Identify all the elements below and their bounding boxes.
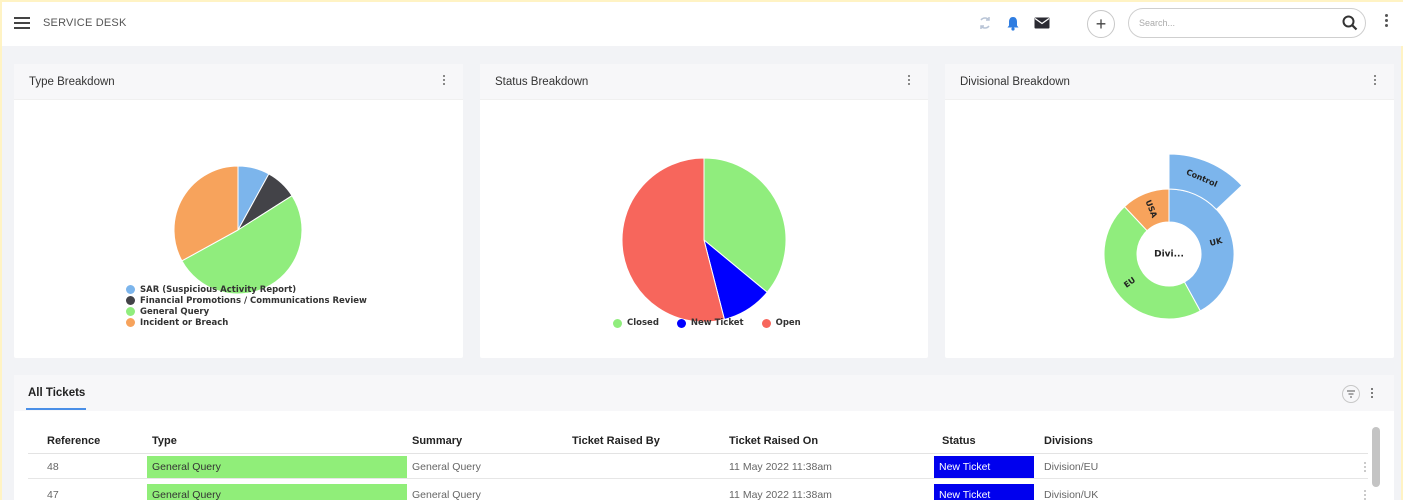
app-title: SERVICE DESK <box>43 17 127 29</box>
tickets-panel: All Tickets Reference Type Summary Ticke… <box>14 375 1394 500</box>
sunburst-center-label: Divi... <box>1154 250 1184 260</box>
cell-reference: 47 <box>47 489 59 500</box>
divisional-sunburst-chart: UKEUUSAControlDivi... <box>1103 153 1243 320</box>
more-vertical-icon[interactable] <box>443 75 445 85</box>
tab-underline <box>26 408 86 410</box>
legend-marker <box>126 318 135 327</box>
search-icon[interactable] <box>1341 14 1359 32</box>
legend-label: Financial Promotions / Communications Re… <box>140 295 367 306</box>
col-type[interactable]: Type <box>152 435 177 447</box>
search-input[interactable] <box>1139 15 1329 31</box>
mail-icon[interactable] <box>1031 12 1053 34</box>
col-ticket-raised-on[interactable]: Ticket Raised On <box>729 435 818 447</box>
legend-marker <box>613 318 622 328</box>
cell-type: General Query <box>147 484 407 500</box>
col-summary[interactable]: Summary <box>412 435 462 447</box>
cell-type: General Query <box>147 456 407 478</box>
status-breakdown-card: Status Breakdown Closed New Ticket Open <box>480 64 928 358</box>
legend-label: Closed <box>627 318 659 328</box>
cell-divisions: Division/UK <box>1044 489 1099 500</box>
cell-reference: 48 <box>47 461 59 473</box>
legend-item-closed[interactable]: Closed <box>613 318 659 328</box>
menu-icon[interactable] <box>14 17 30 29</box>
legend-marker <box>761 318 771 328</box>
type-breakdown-card: Type Breakdown SAR (Suspicious Activity … <box>14 64 463 358</box>
card-header: Divisional Breakdown <box>945 64 1394 100</box>
table-scrollbar[interactable] <box>1372 427 1380 487</box>
header-divider <box>28 453 1368 454</box>
cell-raised-on: 11 May 2022 11:38am <box>729 461 832 473</box>
legend-label: Incident or Breach <box>140 317 229 328</box>
col-reference[interactable]: Reference <box>47 435 100 447</box>
col-ticket-raised-by[interactable]: Ticket Raised By <box>572 435 660 447</box>
legend-label: New Ticket <box>690 318 744 328</box>
card-title: Type Breakdown <box>29 76 115 88</box>
bell-icon[interactable] <box>1002 12 1024 34</box>
legend-label: Open <box>775 318 801 328</box>
divisional-breakdown-card: Divisional Breakdown UK EU USA Control Divi.… <box>945 64 1394 358</box>
row-more-icon[interactable] <box>1364 490 1366 500</box>
type-legend: SAR (Suspicious Activity Report) Financia… <box>126 284 367 328</box>
add-button[interactable]: + <box>1087 10 1115 38</box>
cell-status: New Ticket <box>934 456 1034 478</box>
more-vertical-icon[interactable] <box>1380 14 1392 34</box>
more-vertical-icon[interactable] <box>1371 388 1373 398</box>
legend-marker <box>676 318 686 328</box>
card-title: Status Breakdown <box>495 76 589 88</box>
table-row[interactable]: 47 General Query General Query 11 May 20… <box>28 484 1368 500</box>
row-more-icon[interactable] <box>1364 462 1366 472</box>
cell-raised-by <box>567 456 717 478</box>
more-vertical-icon[interactable] <box>908 75 910 85</box>
cell-status: New Ticket <box>934 484 1034 500</box>
table-row[interactable]: 48 General Query General Query 11 May 20… <box>28 456 1368 479</box>
legend-item-general-query[interactable]: General Query <box>126 306 367 317</box>
top-bar: SERVICE DESK + <box>2 0 1403 46</box>
tab-all-tickets[interactable]: All Tickets <box>28 387 85 399</box>
cell-divisions: Division/EU <box>1044 461 1099 473</box>
legend-label: General Query <box>140 306 210 317</box>
search-box[interactable] <box>1128 8 1366 38</box>
more-vertical-icon[interactable] <box>1374 75 1376 85</box>
legend-item-sar-suspicious-activity-report[interactable]: SAR (Suspicious Activity Report) <box>126 284 367 295</box>
legend-item-open[interactable]: Open <box>761 318 801 328</box>
legend-item-new-ticket[interactable]: New Ticket <box>676 318 744 328</box>
cell-raised-on: 11 May 2022 11:38am <box>729 489 832 500</box>
plus-icon: + <box>1095 13 1107 34</box>
filter-icon <box>1347 390 1355 398</box>
filter-button[interactable] <box>1342 385 1360 403</box>
tickets-header: All Tickets <box>14 375 1394 411</box>
legend-item-financial-promotions-communications-review[interactable]: Financial Promotions / Communications Re… <box>126 295 367 306</box>
refresh-icon[interactable] <box>974 12 996 34</box>
col-status[interactable]: Status <box>942 435 976 447</box>
card-header: Type Breakdown <box>14 64 463 100</box>
cell-raised-by <box>567 484 717 500</box>
card-title: Divisional Breakdown <box>960 76 1070 88</box>
col-divisions[interactable]: Divisions <box>1044 435 1093 447</box>
legend-marker <box>126 296 135 305</box>
legend-marker <box>126 307 135 316</box>
cell-summary: General Query <box>412 489 481 500</box>
card-header: Status Breakdown <box>480 64 928 100</box>
legend-item-incident-or-breach[interactable]: Incident or Breach <box>126 317 367 328</box>
legend-marker <box>126 285 135 294</box>
legend-label: SAR (Suspicious Activity Report) <box>140 284 297 295</box>
cell-summary: General Query <box>412 461 481 473</box>
status-legend: Closed New Ticket Open <box>613 318 819 328</box>
